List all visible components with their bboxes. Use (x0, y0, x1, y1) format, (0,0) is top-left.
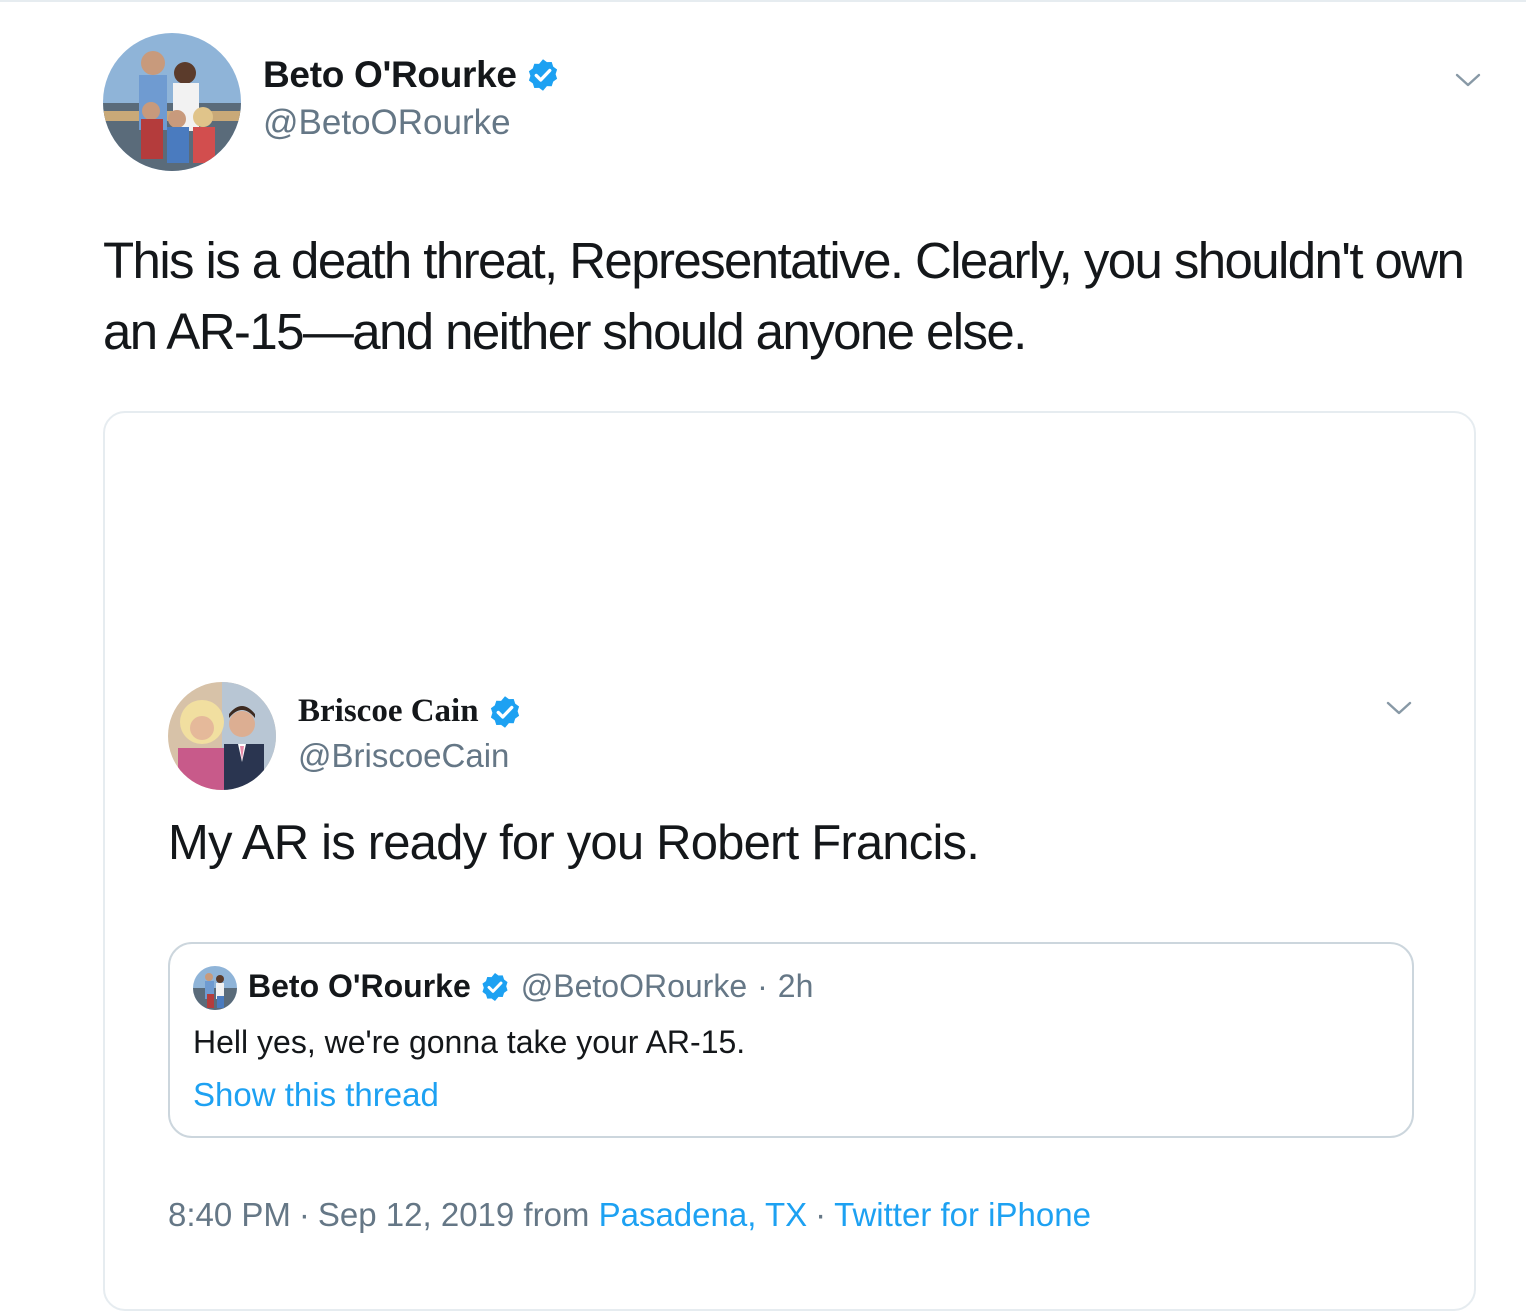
verified-badge-icon (525, 57, 561, 93)
chevron-down-icon[interactable] (1454, 70, 1482, 90)
quoted-avatar (193, 966, 237, 1010)
quoted-avatar-photo (193, 966, 237, 1010)
author-name[interactable]: Beto O'Rourke (263, 54, 561, 96)
client-link: Twitter for iPhone (834, 1196, 1091, 1233)
quoted-author-handle: @BetoORourke (520, 968, 748, 1004)
quoted-tweet-header: Beto O'Rourke @BetoORourke · 2h (248, 968, 813, 1005)
tweet-text: This is a death threat, Representative. … (103, 232, 1476, 360)
avatar[interactable] (103, 33, 241, 171)
chevron-down-icon (1385, 698, 1413, 718)
tweet-meta: 8:40 PM · Sep 12, 2019 from Pasadena, TX · T… (168, 1196, 1091, 1234)
avatar-photo (103, 33, 241, 171)
embedded-avatar (168, 682, 276, 790)
tweet-time: 8:40 PM (168, 1196, 291, 1233)
quoted-tweet-text: Hell yes, we're gonna take your AR-15. (193, 1024, 746, 1060)
embedded-tweet-text: My AR is ready for you Robert Francis. (168, 816, 980, 870)
author-name-text[interactable]: Beto O'Rourke (263, 54, 517, 96)
separator-dot: · (298, 1196, 310, 1233)
separator-dot: · (815, 1196, 827, 1233)
show-thread-link: Show this thread (193, 1076, 439, 1113)
quoted-timestamp: 2h (777, 968, 814, 1004)
verified-badge-icon (487, 694, 523, 730)
top-divider (0, 0, 1526, 2)
embedded-author-handle: @BriscoeCain (298, 737, 510, 774)
quoted-author-name: Beto O'Rourke (248, 968, 471, 1004)
from-label: from (523, 1196, 590, 1233)
location-link: Pasadena, TX (598, 1196, 808, 1233)
author-handle[interactable]: @BetoORourke (263, 103, 511, 143)
tweet-date: Sep 12, 2019 (317, 1196, 515, 1233)
embedded-author-name-text: Briscoe Cain (298, 693, 479, 729)
separator-dot: · (757, 968, 768, 1004)
embedded-avatar-photo (168, 682, 276, 790)
embedded-author-name: Briscoe Cain (298, 693, 523, 730)
verified-badge-icon (479, 971, 511, 1003)
